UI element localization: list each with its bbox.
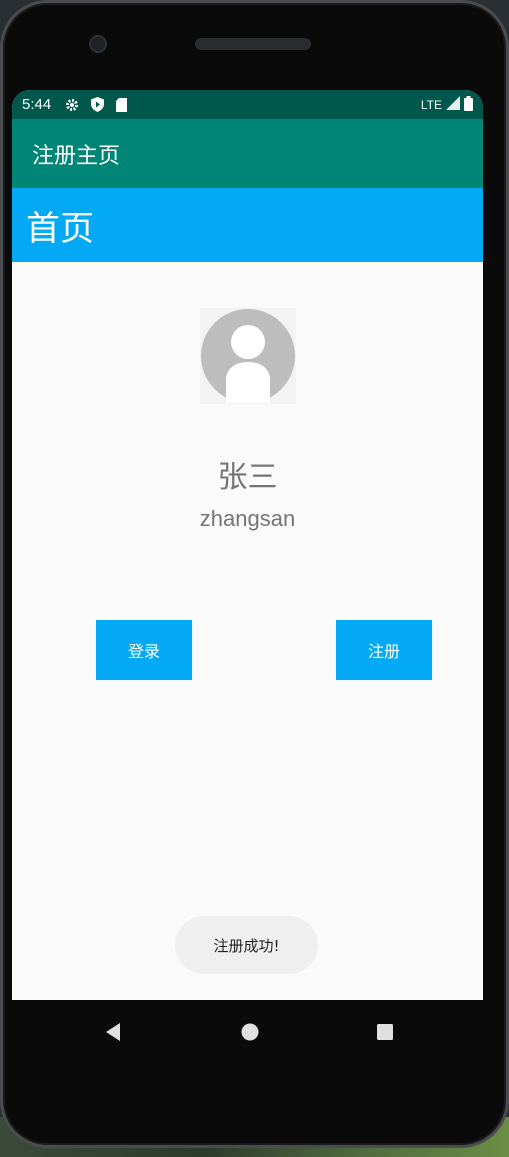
- user-username: zhangsan: [199, 506, 296, 531]
- user-display-name: 张三: [217, 460, 278, 495]
- phone-frame: 5:44 LTE 注册主页 首页 张三 zhangsan 登录 注册 注册成功!: [0, 0, 509, 1148]
- network-type: LTE: [420, 97, 442, 112]
- navigation-bar: [3, 1000, 506, 1064]
- login-button[interactable]: 登录: [96, 620, 192, 680]
- app-bar-title: 注册主页: [32, 143, 121, 169]
- earpiece-speaker: [195, 38, 311, 50]
- signal-icon: [446, 96, 460, 113]
- app-bar: 注册主页: [12, 119, 483, 188]
- register-button[interactable]: 注册: [336, 620, 432, 680]
- sd-card-icon: [116, 97, 128, 112]
- battery-icon: [464, 95, 473, 114]
- status-time: 5:44: [22, 96, 52, 113]
- home-icon[interactable]: [238, 1020, 262, 1044]
- shield-play-icon: [91, 97, 105, 112]
- status-right: LTE: [420, 95, 473, 114]
- status-bar: 5:44 LTE: [12, 90, 483, 119]
- default-avatar-icon: [200, 308, 296, 404]
- gear-icon: [65, 98, 79, 112]
- toast-message: 注册成功!: [175, 916, 318, 974]
- recents-icon[interactable]: [373, 1020, 397, 1044]
- page-header: 首页: [12, 188, 483, 262]
- back-icon[interactable]: [101, 1020, 125, 1044]
- front-camera: [89, 35, 107, 53]
- page-title: 首页: [26, 208, 94, 249]
- screen: 5:44 LTE 注册主页 首页 张三 zhangsan 登录 注册 注册成功!: [12, 90, 483, 1000]
